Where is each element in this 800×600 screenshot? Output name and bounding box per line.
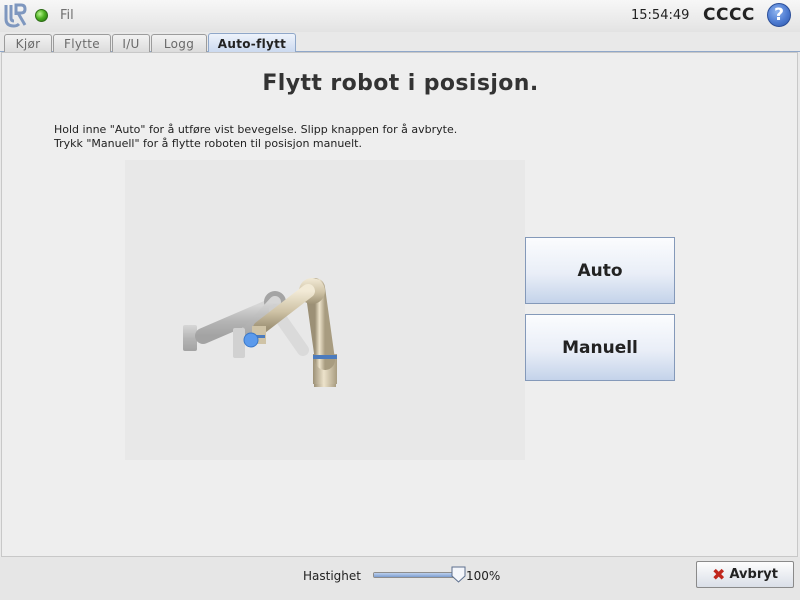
speed-slider[interactable] <box>373 572 459 578</box>
cancel-button-label: Avbryt <box>729 567 778 582</box>
help-icon[interactable]: ? <box>767 3 791 27</box>
ur-logo-icon <box>4 3 27 28</box>
tab-bar: Kjør Flytte I/U Logg Auto-flytt <box>0 32 800 53</box>
speed-slider-thumb[interactable] <box>451 566 466 583</box>
robot-preview <box>125 160 525 460</box>
robot-arm-illustration <box>183 278 337 387</box>
robot-status-icon <box>35 9 48 22</box>
instructions: Hold inne "Auto" for å utføre vist beveg… <box>54 123 457 151</box>
auto-move-panel: Flytt robot i posisjon. Hold inne "Auto"… <box>1 52 798 557</box>
instruction-line-manual: Trykk "Manuell" for å flytte roboten til… <box>54 137 362 150</box>
instruction-line-auto: Hold inne "Auto" for å utføre vist beveg… <box>54 123 458 136</box>
speed-slider-fill <box>374 573 458 577</box>
auto-button[interactable]: Auto <box>525 237 675 304</box>
cancel-button[interactable]: ✖ Avbryt <box>696 561 794 588</box>
tab-run[interactable]: Kjør <box>4 34 52 52</box>
speed-value: 100% <box>466 569 501 583</box>
clock: 15:54:49 <box>631 8 690 23</box>
close-icon: ✖ <box>712 564 726 584</box>
target-marker <box>243 332 259 348</box>
tab-log[interactable]: Logg <box>151 34 207 52</box>
tab-move[interactable]: Flytte <box>53 34 111 52</box>
footer-bar: Hastighet 100% ✖ Avbryt <box>0 557 800 600</box>
robot-name: CCCC <box>703 5 755 25</box>
speed-label: Hastighet <box>303 569 361 583</box>
manual-button[interactable]: Manuell <box>525 314 675 381</box>
title-bar: Fil 15:54:49 CCCC ? <box>0 0 800 32</box>
tab-io[interactable]: I/U <box>112 34 150 52</box>
page-title: Flytt robot i posisjon. <box>262 71 539 96</box>
file-menu[interactable]: Fil <box>60 8 74 23</box>
tab-auto-move[interactable]: Auto-flytt <box>208 33 296 53</box>
